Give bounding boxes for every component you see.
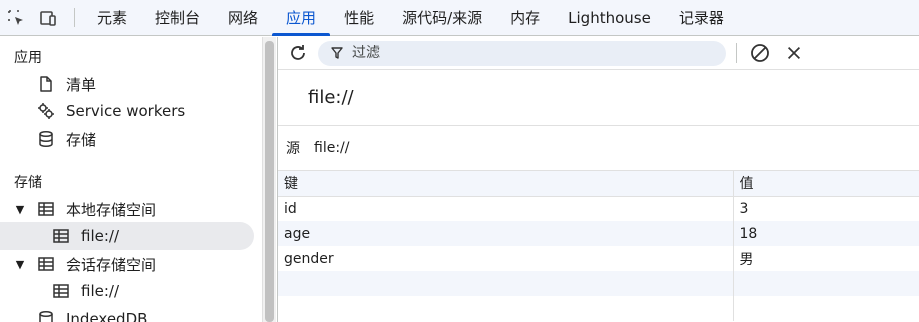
close-icon	[787, 46, 801, 60]
table-row[interactable]: id 3	[278, 196, 919, 221]
tab-application[interactable]: 应用	[272, 0, 331, 36]
sidebar-item-local-storage-file[interactable]: file://	[0, 222, 254, 250]
inspect-element-icon[interactable]	[0, 0, 32, 35]
column-header-key[interactable]: 键	[278, 171, 734, 197]
tab-elements[interactable]: 元素	[83, 0, 141, 35]
database-icon	[36, 129, 56, 149]
sidebar-item-label: 会话存储空间	[66, 255, 157, 274]
sidebar-item-label: IndexedDB	[66, 310, 148, 322]
gears-icon	[36, 101, 56, 121]
refresh-icon	[291, 45, 305, 60]
storage-main-panel: file:// 源 file:// 键 值 id 3 age 18 gender…	[277, 37, 919, 322]
sidebar-section-application: 应用	[14, 50, 42, 66]
database-icon	[36, 309, 56, 322]
expand-arrow-icon[interactable]: ▼	[14, 203, 26, 216]
sidebar-item-storage[interactable]: 存储	[0, 125, 254, 153]
tabbar-divider	[74, 8, 75, 27]
table-icon	[51, 281, 71, 301]
table-row-empty	[278, 296, 919, 321]
filter-icon	[330, 46, 344, 60]
origin-title: file://	[278, 70, 919, 126]
filter-box[interactable]	[318, 40, 726, 66]
tab-network[interactable]: 网络	[214, 0, 272, 35]
tab-performance[interactable]: 性能	[330, 0, 388, 35]
sidebar-item-label: 存储	[66, 130, 97, 149]
table-row[interactable]: age 18	[278, 221, 919, 246]
delete-selected-button[interactable]	[781, 40, 807, 66]
toolbar-divider	[736, 43, 737, 63]
block-icon	[751, 44, 769, 62]
expand-arrow-icon[interactable]: ▼	[14, 258, 26, 271]
tab-recorder[interactable]: 记录器	[665, 0, 738, 35]
table-icon	[36, 254, 56, 274]
tab-memory[interactable]: 内存	[496, 0, 554, 35]
sidebar-item-label: file://	[81, 282, 120, 300]
row-value[interactable]: 18	[733, 221, 919, 246]
devtools-tabbar: 元素 控制台 网络 应用 性能 源代码/来源 内存 Lighthouse 记录器	[0, 0, 919, 36]
row-key[interactable]: id	[278, 196, 734, 221]
clear-all-button[interactable]	[747, 40, 773, 66]
application-sidebar: 应用 清单 Service workers 存储 存储 ▼ 本地存储空间 fil…	[0, 37, 262, 322]
sidebar-section-storage: 存储	[14, 175, 42, 191]
row-value[interactable]: 3	[733, 196, 919, 221]
table-icon	[36, 199, 56, 219]
row-value[interactable]: 男	[733, 246, 919, 271]
table-row-empty	[278, 271, 919, 296]
sidebar-item-label: Service workers	[66, 102, 186, 120]
filter-input[interactable]	[352, 45, 712, 61]
sidebar-item-session-storage-file[interactable]: file://	[0, 277, 254, 305]
sidebar-item-label: 本地存储空间	[66, 200, 157, 219]
device-toolbar-icon[interactable]	[32, 0, 64, 35]
tab-console[interactable]: 控制台	[141, 0, 214, 35]
tab-sources[interactable]: 源代码/来源	[388, 0, 496, 35]
sidebar-item-label: file://	[81, 227, 120, 245]
row-key[interactable]: age	[278, 221, 734, 246]
scrollbar-thumb[interactable]	[265, 41, 274, 322]
origin-row: 源 file://	[278, 126, 919, 171]
document-icon	[36, 74, 56, 94]
origin-value: file://	[314, 140, 350, 156]
sidebar-scrollbar[interactable]	[262, 37, 276, 322]
sidebar-item-local-storage[interactable]: ▼ 本地存储空间	[0, 195, 254, 223]
origin-label: 源	[286, 141, 300, 157]
row-key[interactable]: gender	[278, 246, 734, 271]
table-row[interactable]: gender 男	[278, 246, 919, 271]
column-header-value[interactable]: 值	[733, 171, 919, 197]
storage-toolbar	[278, 37, 919, 70]
sidebar-item-session-storage[interactable]: ▼ 会话存储空间	[0, 250, 254, 278]
sidebar-item-indexeddb[interactable]: IndexedDB	[0, 305, 254, 322]
sidebar-item-service-workers[interactable]: Service workers	[0, 97, 254, 125]
storage-table: 键 值 id 3 age 18 gender 男	[278, 171, 919, 321]
sidebar-item-manifest[interactable]: 清单	[0, 70, 254, 98]
refresh-button[interactable]	[282, 37, 314, 69]
table-icon	[51, 226, 71, 246]
tab-lighthouse[interactable]: Lighthouse	[554, 0, 665, 35]
sidebar-item-label: 清单	[66, 75, 97, 94]
